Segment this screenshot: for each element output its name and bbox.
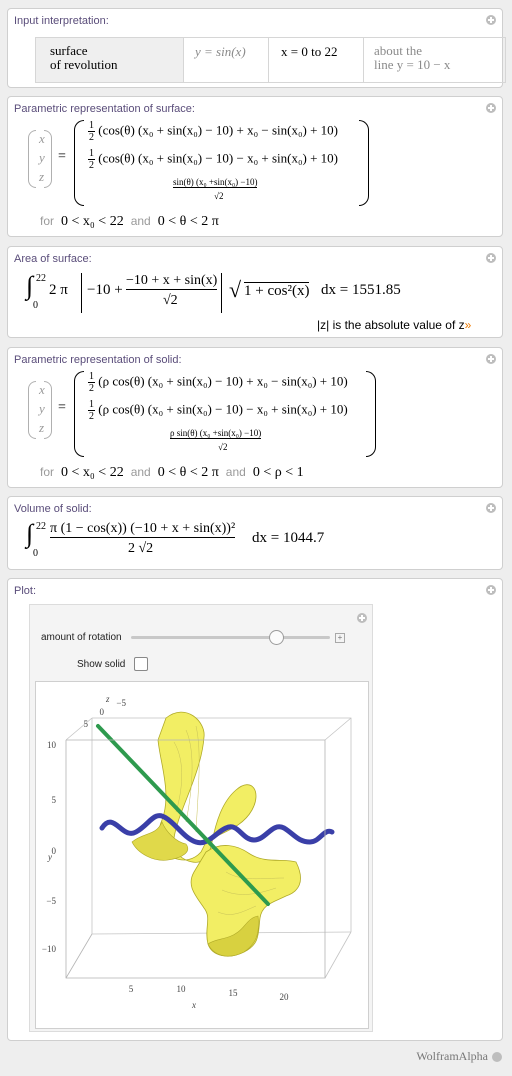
vector-left-paren xyxy=(28,130,36,188)
pod-plus-icon[interactable] xyxy=(486,253,496,263)
integral-upper: 22 xyxy=(36,521,46,532)
matrix-row-1: 12 (cos(θ) (x₀ + sin(x₀) − 10) + x₀ − si… xyxy=(88,120,338,143)
parametric-solid-pod: Parametric representation of solid: x y … xyxy=(7,347,503,488)
link-arrow-icon: » xyxy=(464,318,472,332)
integral-sign: ∫ xyxy=(26,519,34,548)
matrix-row-3-den: √2 xyxy=(214,191,224,201)
input-cell-range-text: x = 0 to 22 xyxy=(281,44,338,59)
area-of-surface-pod: Area of surface: ∫ 22 0 2 π −10 + −10 + … xyxy=(7,246,503,338)
plot-3d-svg: 10 5 0 −5 −10 y 5 10 15 20 x 5 0 −5 z xyxy=(42,694,352,1010)
input-cell-type: surface of revolution xyxy=(36,38,184,82)
x-tick-1: 5 xyxy=(129,984,134,994)
y-tick-3: 0 xyxy=(52,846,57,856)
matrix-row-3-den: √2 xyxy=(218,442,228,452)
matrix-row-2: 12 (cos(θ) (x₀ + sin(x₀) − 10) − x₀ + si… xyxy=(88,148,338,171)
volume-frac-num: π (1 − cos(x)) (−10 + x + sin(x))² xyxy=(50,521,236,538)
input-cell-range: x = 0 to 22 xyxy=(269,38,364,82)
matrix-row-3-num: ρ sin(θ) (x₀ +sin(x₀) −10) xyxy=(170,428,262,439)
input-cell-axis-text: about the line y = 10 − x xyxy=(374,43,451,72)
matrix-row-2: 12 (ρ cos(θ) (x₀ + sin(x₀) − 10) − x₀ + … xyxy=(88,399,348,422)
pod-plus-icon[interactable] xyxy=(486,103,496,113)
pod-title: Parametric representation of surface: xyxy=(14,103,195,115)
x-tick-2: 10 xyxy=(177,984,187,994)
y-tick-1: 10 xyxy=(47,740,57,750)
vector-right-paren xyxy=(44,381,52,439)
input-cell-function: y = sin(x) xyxy=(184,38,269,82)
pod-plus-icon[interactable] xyxy=(486,585,496,595)
x-tick-4: 20 xyxy=(280,992,290,1002)
input-cell-type-text: surface of revolution xyxy=(50,43,118,72)
area-frac-den: √2 xyxy=(163,293,178,308)
area-prefix: 2 π xyxy=(49,282,68,298)
vector-right-paren xyxy=(44,130,52,188)
area-result: dx = 1551.85 xyxy=(321,282,401,298)
sqrt-sign: √ xyxy=(229,277,242,302)
slider-expand-icon[interactable]: + xyxy=(335,633,345,643)
pod-plus-icon[interactable] xyxy=(486,503,496,513)
area-frac-num: −10 + x + sin(x) xyxy=(126,273,218,290)
footer-plus-icon[interactable] xyxy=(492,1052,502,1062)
volume-frac-den: 2 √2 xyxy=(128,541,154,556)
input-cell-function-text: y = sin(x) xyxy=(195,44,246,59)
pod-plus-icon[interactable] xyxy=(486,354,496,364)
volume-of-solid-pod: Volume of solid: ∫ 22 0 π (1 − cos(x)) (… xyxy=(7,496,503,570)
y-tick-5: −10 xyxy=(42,944,57,954)
rotation-slider-thumb[interactable] xyxy=(268,630,284,645)
solid-conditions: for 0 < x₀ < 22 and 0 < θ < 2 π and 0 < … xyxy=(40,465,304,480)
z-tick-2: 0 xyxy=(100,707,105,717)
pod-title: Volume of solid: xyxy=(14,503,92,515)
input-cell-axis: about the line y = 10 − x xyxy=(364,38,505,82)
abs-right-bar xyxy=(221,273,222,313)
equals-sign: = xyxy=(58,149,66,164)
pod-title: Plot: xyxy=(14,585,37,597)
equals-sign: = xyxy=(58,400,66,415)
pod-title: Area of surface: xyxy=(14,253,92,265)
y-tick-4: −5 xyxy=(46,896,56,906)
x-axis-label: x xyxy=(191,1000,196,1010)
manipulate-panel: amount of rotation + Show solid 10 5 0 −… xyxy=(29,604,373,1032)
pod-plus-icon[interactable] xyxy=(486,15,496,25)
y-tick-2: 5 xyxy=(52,795,57,805)
abs-left-bar xyxy=(81,273,82,313)
pod-title: Input interpretation: xyxy=(14,15,109,27)
matrix-row-3-num: sin(θ) (x₀ +sin(x₀) −10) xyxy=(173,177,258,188)
matrix-left-paren xyxy=(74,371,84,457)
wolframalpha-brand[interactable]: WolframAlpha xyxy=(416,1049,488,1064)
integral-lower: 0 xyxy=(33,548,38,559)
y-axis-label: y xyxy=(47,852,52,862)
input-interpretation-pod: Input interpretation: surface of revolut… xyxy=(7,8,506,88)
rotation-label: amount of rotation xyxy=(41,632,122,643)
matrix-right-paren xyxy=(359,120,369,206)
x-tick-3: 15 xyxy=(229,988,239,998)
rotation-slider-track[interactable] xyxy=(131,636,330,639)
input-table: surface of revolution y = sin(x) x = 0 t… xyxy=(35,37,506,83)
parametric-surface-pod: Parametric representation of surface: x … xyxy=(7,96,503,237)
absolute-value-note-link[interactable]: |z| is the absolute value of z» xyxy=(317,318,471,332)
area-sqrt-body: 1 + cos²(x) xyxy=(244,282,310,299)
integral-upper: 22 xyxy=(36,273,46,284)
vector-left-paren xyxy=(28,381,36,439)
matrix-left-paren xyxy=(74,120,84,206)
z-axis-label: z xyxy=(105,694,110,704)
matrix-row-1: 12 (ρ cos(θ) (x₀ + sin(x₀) − 10) + x₀ − … xyxy=(88,371,348,394)
pod-title: Parametric representation of solid: xyxy=(14,354,182,366)
show-solid-checkbox[interactable] xyxy=(134,657,148,671)
z-tick-3: −5 xyxy=(116,698,126,708)
area-abs-left: −10 + xyxy=(87,282,123,298)
integral-lower: 0 xyxy=(33,300,38,311)
matrix-right-paren xyxy=(366,371,376,457)
z-tick-1: 5 xyxy=(84,719,89,729)
show-solid-label: Show solid xyxy=(77,659,126,670)
plot-3d-frame[interactable]: 10 5 0 −5 −10 y 5 10 15 20 x 5 0 −5 z xyxy=(35,681,369,1029)
surface-conditions: for 0 < x₀ < 22 and 0 < θ < 2 π xyxy=(40,214,219,229)
integral-sign: ∫ xyxy=(26,271,34,300)
volume-result: dx = 1044.7 xyxy=(252,530,325,546)
panel-plus-icon[interactable] xyxy=(357,613,367,623)
